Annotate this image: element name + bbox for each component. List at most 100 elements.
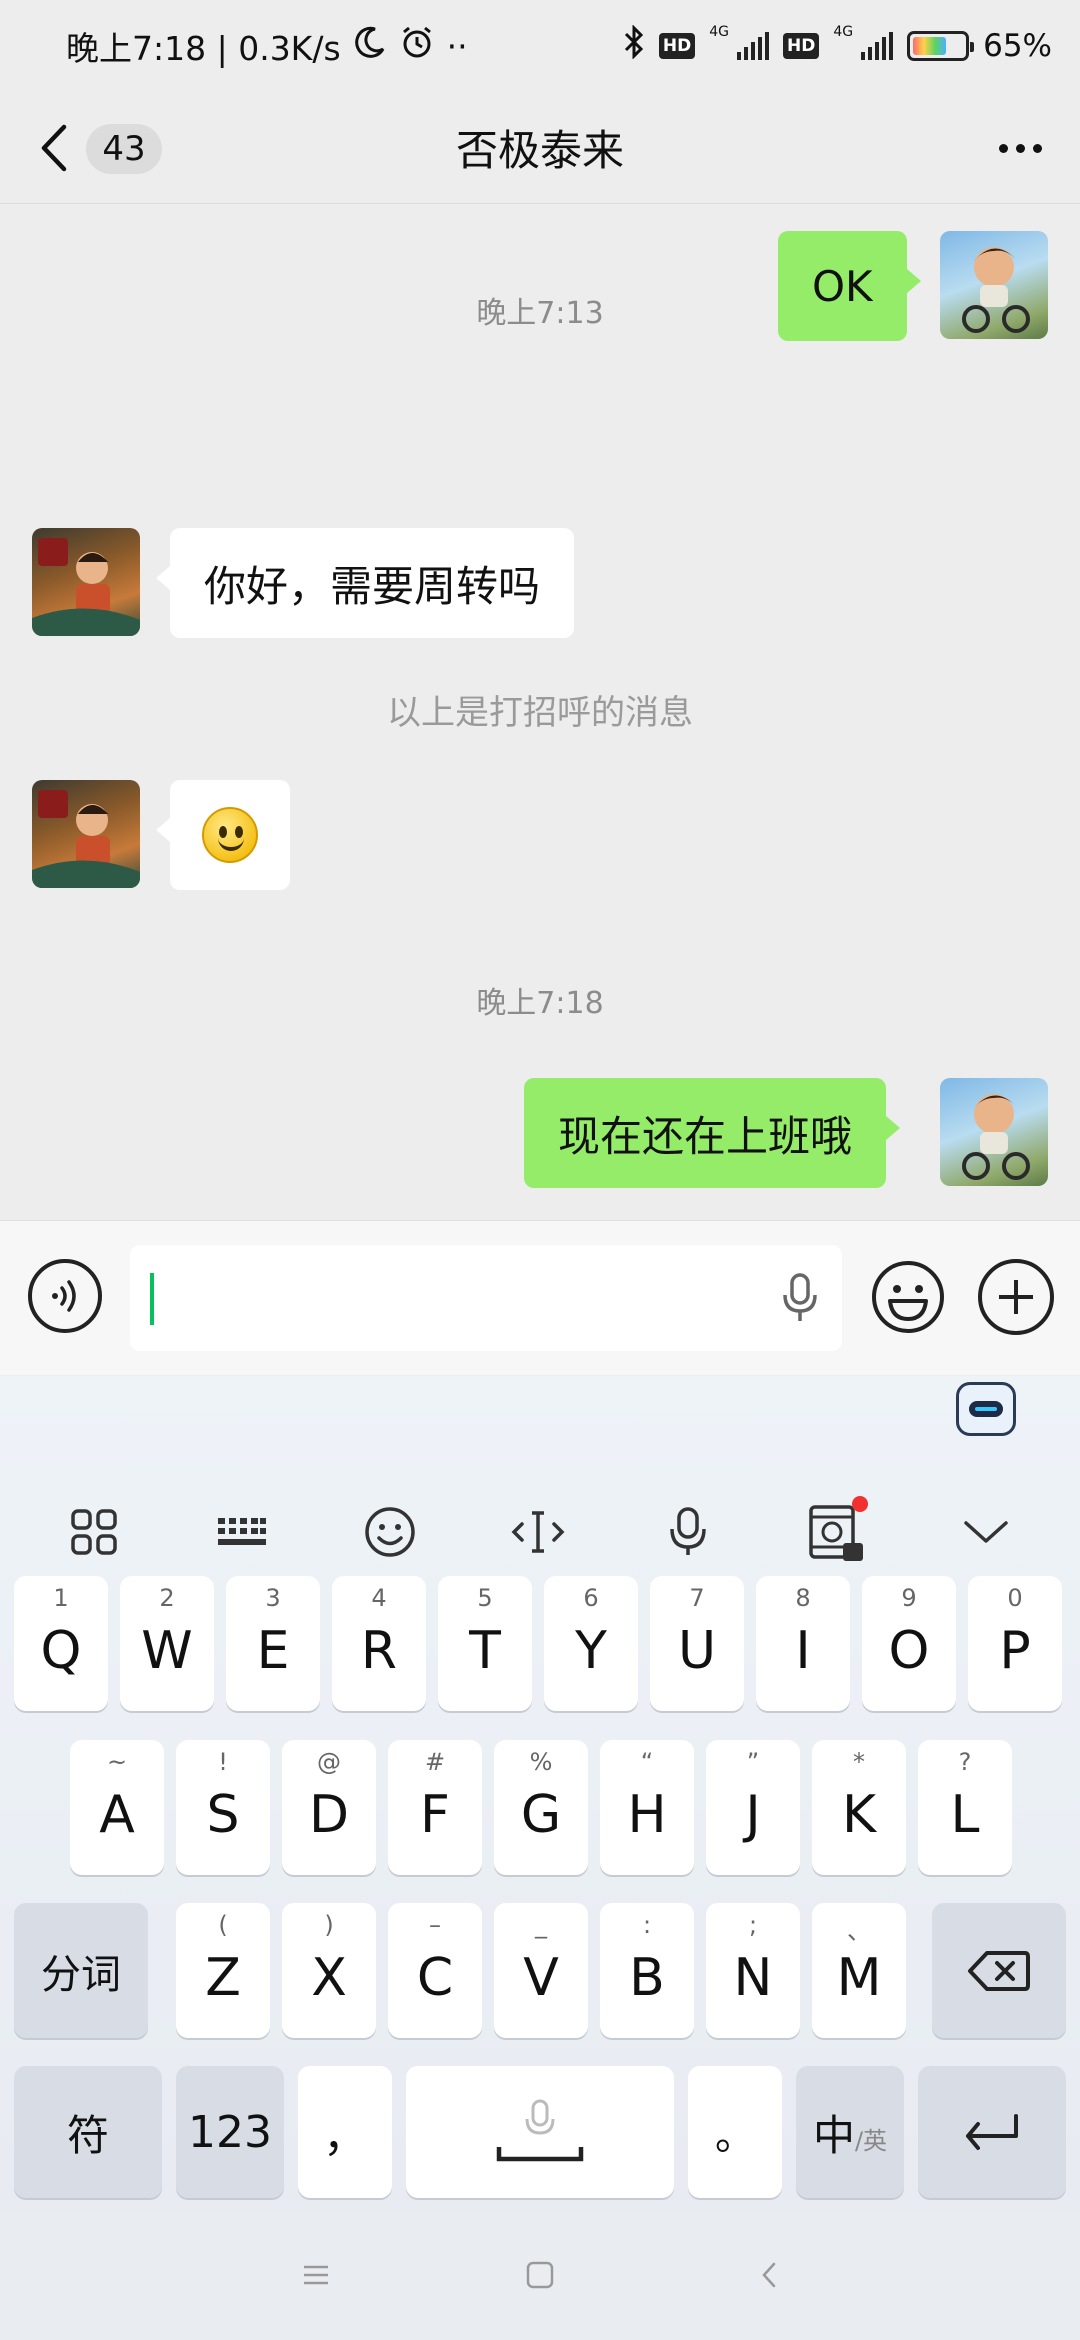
symbols-key[interactable]: 符 [14, 2066, 162, 2198]
chat-header: 43 否极泰来 [0, 92, 1080, 204]
key-symbol-hint: 5 [477, 1584, 493, 1612]
collapse-keyboard-button[interactable] [948, 1494, 1024, 1570]
key-symbol-hint: * [853, 1748, 865, 1776]
keyboard-emoji-button[interactable] [352, 1494, 428, 1570]
greeting-system-note: 以上是打招呼的消息 [387, 693, 693, 733]
key-s[interactable]: ! S [176, 1740, 270, 1875]
numbers-key[interactable]: 123 [176, 2066, 284, 2198]
key-symbol-hint: 3 [265, 1584, 281, 1612]
menu-lines-icon [304, 2265, 328, 2285]
key-letter: O [888, 1620, 930, 1681]
key-letter: L [950, 1784, 980, 1845]
key-x[interactable]: ) X [282, 1903, 376, 2038]
key-letter: T [469, 1620, 501, 1681]
key-letter: W [141, 1620, 193, 1681]
fenci-key[interactable]: 分词 [14, 1903, 148, 2038]
unread-count-badge[interactable]: 43 [86, 124, 162, 174]
key-w[interactable]: 2W [120, 1576, 214, 1711]
timestamp: 晚上7:18 [476, 986, 604, 1021]
message-bubble-received[interactable] [156, 780, 290, 890]
key-m[interactable]: 、 M [812, 1903, 906, 2038]
space-key[interactable] [406, 2066, 674, 2198]
menu-nav-button[interactable] [291, 2250, 341, 2300]
more-features-plus-button[interactable] [978, 1259, 1054, 1335]
enter-key[interactable] [918, 2066, 1066, 2198]
key-f[interactable]: # F [388, 1740, 482, 1875]
key-symbol-hint: ; [748, 1911, 758, 1939]
key-n[interactable]: ; N [706, 1903, 800, 2038]
key-symbol-hint: ) [324, 1911, 334, 1939]
keyboard-layout-button[interactable] [204, 1494, 280, 1570]
key-letter: S [206, 1784, 240, 1845]
key-letter: G [520, 1784, 562, 1845]
key-symbol-hint: 0 [1007, 1584, 1023, 1612]
message-text-input[interactable] [130, 1245, 842, 1351]
keyboard-assistant-robot-icon[interactable] [956, 1382, 1016, 1436]
hd-badge-2: HD [782, 33, 820, 59]
more-options-button[interactable] [990, 122, 1050, 174]
keyboard-apps-button[interactable] [56, 1494, 132, 1570]
period-key[interactable]: 。 [688, 2066, 782, 2198]
system-navigation-bar [0, 2210, 1080, 2340]
timestamp: 晚上7:13 [0, 283, 1080, 331]
smile-emoji-icon [202, 807, 258, 863]
battery-percent: 65% [983, 28, 1052, 64]
network-type-1: 4G [709, 24, 729, 40]
home-nav-button[interactable] [515, 2250, 565, 2300]
backspace-key[interactable] [932, 1903, 1066, 2038]
clipboard-video-button[interactable] [796, 1494, 872, 1570]
contact-avatar-image [32, 790, 140, 888]
timestamp-text: 晚上7:13 [476, 296, 604, 331]
key-b[interactable]: :B [600, 1903, 694, 2038]
symbols-key-label: 符 [66, 2110, 109, 2160]
key-q[interactable]: 1Q [14, 1576, 108, 1711]
cursor-edit-button[interactable] [500, 1494, 576, 1570]
key-p[interactable]: 0P [968, 1576, 1062, 1711]
key-l[interactable]: ? L [918, 1740, 1012, 1875]
key-letter: K [841, 1784, 877, 1845]
key-c[interactable]: – C [388, 1903, 482, 2038]
key-k[interactable]: * K [812, 1740, 906, 1875]
voice-wave-icon [52, 1280, 76, 1312]
signal-icon-2 [861, 32, 894, 60]
voice-mode-button[interactable] [28, 1259, 102, 1333]
contact-avatar[interactable] [32, 528, 140, 636]
hd-badge-1: HD [658, 33, 696, 59]
chevron-left-icon [762, 2262, 776, 2288]
chevron-left-icon [41, 124, 67, 172]
key-symbol-hint: % [529, 1748, 553, 1776]
key-a[interactable]: ~ A [70, 1740, 164, 1875]
key-letter: H [627, 1784, 667, 1845]
comma-key[interactable]: ， [298, 2066, 392, 2198]
contact-avatar[interactable] [32, 780, 140, 888]
key-o[interactable]: 9O [862, 1576, 956, 1711]
key-z[interactable]: (Z [176, 1903, 270, 2038]
key-symbol-hint: “ [640, 1748, 654, 1776]
emoji-face-icon [872, 1261, 944, 1333]
key-e[interactable]: 3E [226, 1576, 320, 1711]
emoji-button[interactable] [870, 1259, 946, 1335]
back-nav-button[interactable] [744, 2250, 794, 2300]
key-i[interactable]: 8I [756, 1576, 850, 1711]
key-letter: P [999, 1620, 1031, 1681]
message-bubble-sent[interactable]: 现在还在上班哦 [524, 1078, 901, 1188]
keyboard-voice-button[interactable] [650, 1494, 726, 1570]
language-switch-key[interactable]: 中/英 [796, 2066, 904, 2198]
voice-input-mic-button[interactable] [780, 1271, 820, 1329]
key-g[interactable]: % G [494, 1740, 588, 1875]
key-h[interactable]: “H [600, 1740, 694, 1875]
key-symbol-hint: ” [746, 1748, 760, 1776]
message-list[interactable]: OK 晚上7:13 你好，需要周转吗 以上是打招呼的消息 晚上7:18 现在还在… [0, 205, 1080, 1220]
key-y[interactable]: 6Y [544, 1576, 638, 1711]
back-button[interactable] [38, 120, 78, 176]
my-avatar[interactable] [940, 1078, 1048, 1186]
key-t[interactable]: 5T [438, 1576, 532, 1711]
contact-avatar-image [32, 538, 140, 636]
message-bubble-received[interactable]: 你好，需要周转吗 [155, 528, 575, 638]
key-j[interactable]: ” J [706, 1740, 800, 1875]
key-r[interactable]: 4R [332, 1576, 426, 1711]
key-d[interactable]: @ D [282, 1740, 376, 1875]
key-u[interactable]: 7U [650, 1576, 744, 1711]
battery-icon [907, 31, 975, 61]
key-v[interactable]: _ V [494, 1903, 588, 2038]
